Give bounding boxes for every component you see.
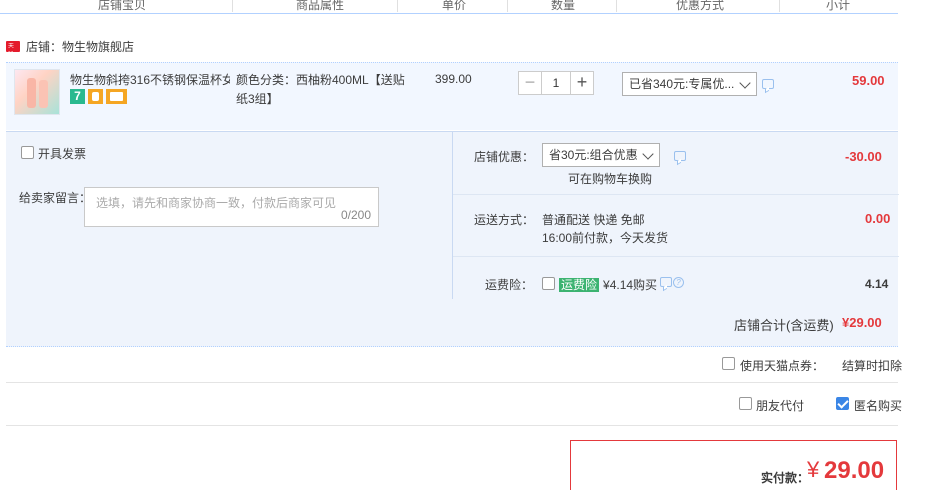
seller-message-input[interactable]: 选填，请先和商家协商一致，付款后商家可见 0/200 — [84, 187, 379, 227]
message-icon[interactable] — [762, 79, 774, 89]
anonymous-checkbox[interactable] — [836, 397, 849, 410]
divider — [453, 194, 899, 195]
quantity-stepper: − 1 + — [518, 71, 594, 95]
seven-day-return-icon[interactable]: 7 — [70, 89, 85, 104]
col-attributes: 商品属性 — [296, 0, 345, 12]
pay-amount: 29.00 — [824, 457, 885, 484]
insurance-tag: 运费险 — [559, 277, 600, 292]
tmall-icon — [6, 40, 20, 52]
shipping-method: 普通配送 快递 免邮 16:00前付款，今天发货 — [542, 211, 668, 247]
coupon-note: 结算时扣除 — [842, 359, 903, 373]
discount-select-value: 已省340元:专属优... — [629, 77, 735, 91]
insurance-price: ¥4.14购买 — [603, 278, 658, 292]
quantity-input[interactable]: 1 — [542, 71, 570, 95]
message-placeholder: 选填，请先和商家协商一致，付款后商家可见 — [96, 196, 337, 210]
divider — [6, 382, 898, 383]
item-subtotal: 59.00 — [852, 73, 885, 88]
insurance-amount: 4.14 — [865, 277, 889, 291]
increase-button[interactable]: + — [570, 71, 594, 95]
currency-symbol: ¥ — [807, 457, 820, 482]
payment-summary: 实付款： ¥ 29.00 — [570, 440, 897, 490]
table-header: 店铺宝贝 商品属性 单价 数量 优惠方式 小计 — [0, 0, 898, 14]
shipping-label: 运送方式： — [474, 213, 535, 227]
unit-price: 399.00 — [435, 72, 472, 86]
service-icons: 7 — [70, 89, 127, 104]
chevron-down-icon — [739, 77, 751, 89]
shipping-line: 16:00前付款，今天发货 — [542, 231, 669, 245]
shop-discount-hint[interactable]: 可在购物车换购 — [568, 170, 652, 187]
help-icon[interactable]: ? — [673, 277, 684, 288]
invoice-checkbox[interactable] — [21, 146, 34, 159]
col-quantity: 数量 — [551, 0, 576, 12]
invoice-label: 开具发票 — [38, 147, 87, 161]
coupon-label: 使用天猫点券： — [740, 359, 825, 373]
shop-discount-label: 店铺优惠： — [474, 150, 535, 164]
shop-total-label: 店铺合计(含运费) — [734, 318, 834, 333]
message-label: 给卖家留言： — [19, 191, 92, 205]
friend-pay-checkbox[interactable] — [739, 397, 752, 410]
col-discount: 优惠方式 — [676, 0, 725, 12]
shop-name[interactable]: 店铺：物生物旗舰店 — [26, 38, 134, 55]
product-title[interactable]: 物生物斜挎316不锈钢保温杯女... — [70, 71, 230, 88]
insurance-label: 运费险： — [485, 278, 534, 292]
shop-header: 店铺：物生物旗舰店 — [6, 38, 134, 54]
divider — [6, 425, 898, 426]
shipping-line: 普通配送 快递 免邮 — [542, 213, 645, 227]
insurance-offer: 运费险 ¥4.14购买 — [559, 276, 657, 293]
shipping-amount: 0.00 — [865, 211, 891, 226]
message-icon[interactable] — [674, 151, 686, 161]
message-icon[interactable] — [660, 277, 672, 287]
shop-discount-amount: -30.00 — [845, 149, 882, 164]
insurance-checkbox[interactable] — [542, 277, 555, 290]
message-counter: 0/200 — [340, 208, 371, 222]
guarantee-icon[interactable] — [88, 89, 103, 104]
decrease-button[interactable]: − — [518, 71, 542, 95]
sku-line: 颜色分类：西柚粉400ML【送贴 — [236, 73, 405, 87]
col-shop-item: 店铺宝贝 — [98, 0, 147, 12]
discount-select[interactable]: 已省340元:专属优... — [622, 72, 757, 96]
shop-total-amount: ¥29.00 — [842, 315, 882, 330]
product-sku: 颜色分类：西柚粉400ML【送贴 纸3组】 — [236, 71, 411, 109]
shop-discount-select[interactable]: 省30元:组合优惠 — [542, 143, 660, 167]
product-thumbnail[interactable] — [14, 69, 60, 115]
col-subtotal: 小计 — [826, 0, 851, 12]
friend-pay-label: 朋友代付 — [756, 399, 805, 413]
coupon-checkbox[interactable] — [722, 357, 735, 370]
col-unit-price: 单价 — [442, 0, 467, 12]
anonymous-label: 匿名购买 — [854, 399, 903, 413]
divider — [453, 256, 899, 257]
shop-discount-value: 省30元:组合优惠 — [549, 148, 638, 162]
pay-label: 实付款： — [761, 471, 810, 485]
chevron-down-icon — [642, 148, 654, 160]
sku-line: 纸3组】 — [236, 92, 279, 106]
credit-card-icon[interactable] — [106, 89, 127, 104]
